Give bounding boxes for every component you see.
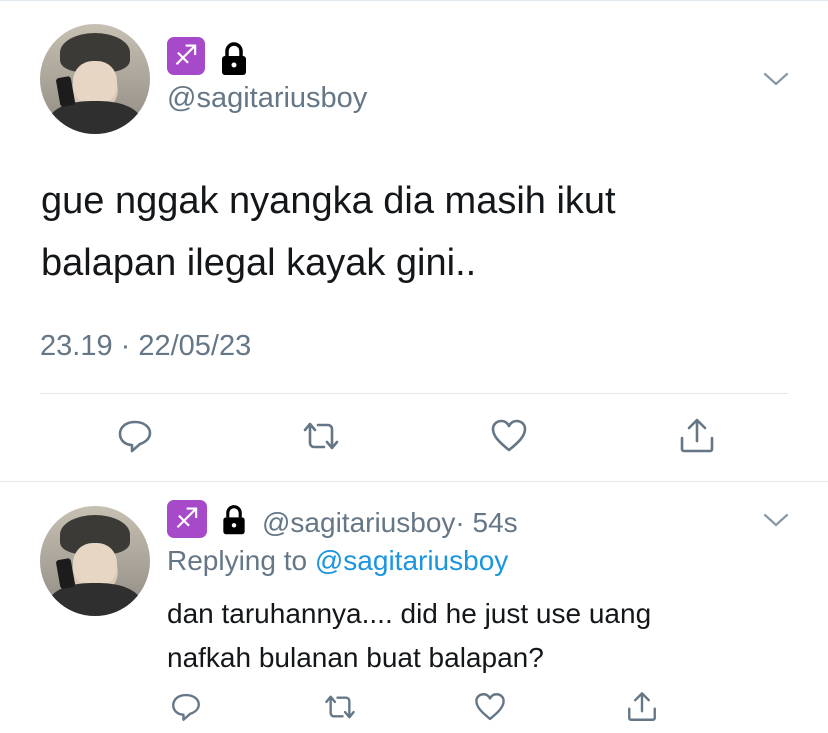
reply-icon: [172, 693, 200, 721]
share-icon: [628, 692, 656, 721]
share-icon: [680, 418, 714, 453]
tweet-text-line: balapan ilegal kayak gini..: [41, 242, 477, 284]
tweet-text: gue nggak nyangka dia masih ikut balapan…: [41, 170, 781, 294]
like-button[interactable]: [487, 414, 531, 458]
reply-text-line: nafkah bulanan buat balapan?: [167, 642, 544, 673]
chevron-down-icon[interactable]: [762, 511, 790, 529]
reply-button[interactable]: [168, 688, 204, 726]
retweet-icon: [303, 422, 339, 450]
tweet-actions: [0, 414, 828, 462]
chevron-down-icon[interactable]: [762, 70, 790, 88]
section-divider: [0, 481, 828, 482]
replying-to-link[interactable]: @sagitariusboy: [315, 545, 508, 576]
retweet-button[interactable]: [298, 414, 344, 458]
lock-icon: [223, 505, 245, 535]
heart-icon: [491, 419, 527, 452]
main-tweet: ♐ @sagitariusboy gue nggak nyangka dia m…: [0, 0, 828, 481]
retweet-button[interactable]: [320, 688, 360, 726]
tweet-text-line: gue nggak nyangka dia masih ikut: [41, 180, 616, 222]
reply-header: @sagitariusboy· 54s: [262, 507, 518, 539]
reply-button[interactable]: [113, 414, 157, 458]
heart-icon: [475, 693, 505, 721]
tweet-timestamp[interactable]: 23.19 · 22/05/23: [40, 330, 251, 363]
avatar[interactable]: [40, 506, 150, 616]
replying-to-label: Replying to: [167, 545, 308, 576]
share-button[interactable]: [675, 414, 719, 458]
reply-icon: [118, 420, 152, 453]
share-button[interactable]: [624, 688, 660, 726]
reply-actions: [0, 688, 828, 728]
replying-to: Replying to @sagitariusboy: [167, 545, 508, 577]
avatar[interactable]: [40, 24, 150, 134]
reply-text-line: dan taruhannya.... did he just use uang: [167, 598, 652, 629]
lock-icon: [222, 42, 246, 75]
user-handle[interactable]: @sagitariusboy: [167, 82, 367, 115]
user-handle[interactable]: @sagitariusboy: [262, 507, 455, 538]
reply-text: dan taruhannya.... did he just use uang …: [167, 592, 787, 680]
sagittarius-emoji-icon: ♐: [167, 37, 205, 75]
sagittarius-emoji-icon: ♐: [167, 500, 207, 538]
retweet-icon: [325, 695, 355, 719]
like-button[interactable]: [472, 688, 508, 726]
tweet-age[interactable]: · 54s: [455, 507, 517, 538]
divider: [40, 393, 788, 394]
